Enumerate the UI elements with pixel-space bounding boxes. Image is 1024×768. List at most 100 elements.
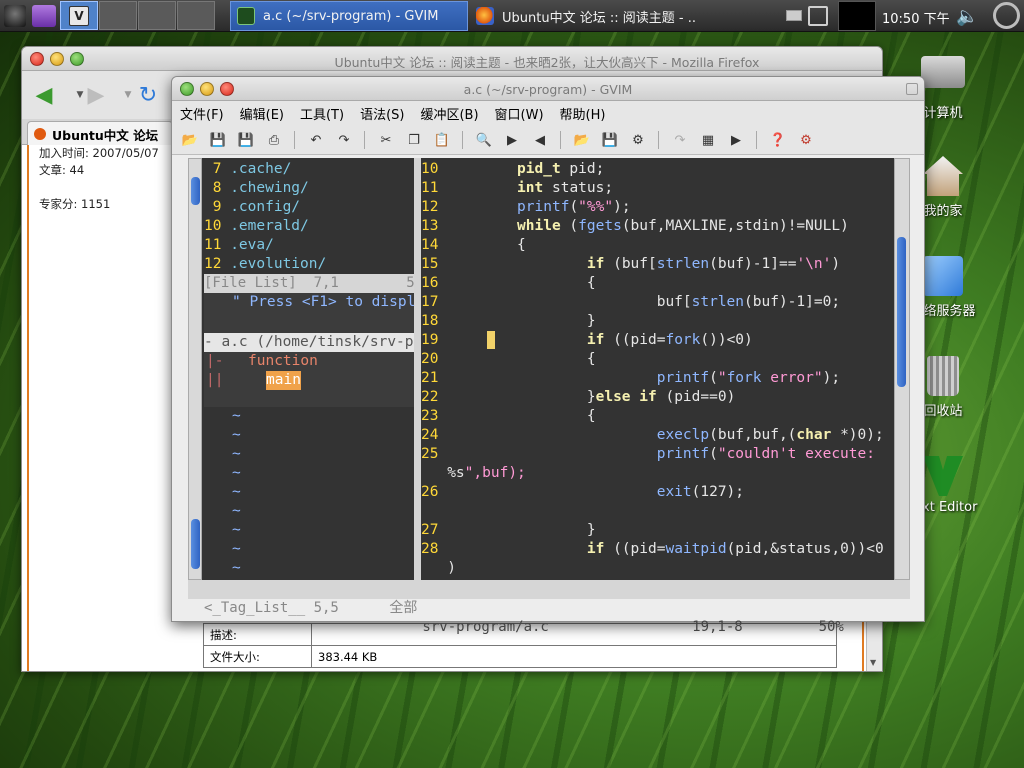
workspace-4[interactable]	[177, 1, 215, 30]
help-icon[interactable]: ❓	[768, 130, 788, 150]
file-list-row[interactable]: 10 .emerald/	[204, 217, 309, 236]
find-next-icon[interactable]: ▶	[502, 130, 522, 150]
menu-syntax[interactable]: 语法(S)	[360, 104, 404, 123]
line-number	[421, 503, 447, 519]
code-line[interactable]: 14 {	[421, 236, 526, 255]
back-button[interactable]: ◀	[30, 83, 58, 108]
file-list-row[interactable]: 8 .chewing/	[204, 179, 309, 198]
menu-help[interactable]: 帮助(H)	[560, 104, 606, 123]
code-line[interactable]: 26 exit(127);	[421, 483, 744, 502]
network-icon[interactable]	[808, 6, 828, 26]
code-line[interactable]: 19 if ((pid=fork())<0)	[421, 331, 753, 350]
code-line[interactable]: 12 printf("%%");	[421, 198, 631, 217]
redo-icon[interactable]: ↷	[334, 130, 354, 150]
cut-icon[interactable]: ✂	[376, 130, 396, 150]
reload-button[interactable]: ↻	[134, 83, 162, 108]
system-monitor-applet[interactable]	[838, 1, 876, 31]
menu-tools[interactable]: 工具(T)	[300, 104, 344, 123]
code-line[interactable]: 17 buf[strlen(buf)-1]=0;	[421, 293, 840, 312]
code-line[interactable]: 28 if ((pid=waitpid(pid,&status,0))<0	[421, 540, 884, 559]
tab-ubuntu-forum[interactable]: Ubuntu中文 论坛	[27, 121, 173, 146]
taskbar-item-firefox[interactable]: Ubuntu中文 论坛 :: 阅读主题 - ...	[470, 1, 696, 31]
paste-icon[interactable]: 📋	[432, 130, 452, 150]
print-icon[interactable]: ⎙	[264, 130, 284, 150]
tag-jump-icon[interactable]: ▶	[726, 130, 746, 150]
copy-icon[interactable]: ❐	[404, 130, 424, 150]
gvim-titlebar[interactable]: a.c (~/srv-program) - GVIM	[172, 77, 924, 101]
workspace-3[interactable]	[138, 1, 176, 30]
code-text: printf("fork error");	[656, 370, 841, 386]
code-line[interactable]: 20 {	[421, 350, 596, 369]
scrollbar-thumb[interactable]	[191, 177, 200, 205]
code-line[interactable]: 11 int status;	[421, 179, 613, 198]
vim-editor-area[interactable]: 7 .cache/ 8 .chewing/ 9 .config/ 10 .eme…	[188, 158, 910, 635]
code-line[interactable]: 23 {	[421, 407, 596, 426]
forward-button[interactable]: ▶	[82, 83, 110, 108]
keyboard-icon[interactable]	[786, 10, 802, 21]
file-list-row[interactable]: 9 .config/	[204, 198, 300, 217]
workspace-1[interactable]: V	[60, 1, 98, 30]
code-line[interactable]	[421, 502, 447, 521]
file-list-row[interactable]: 12 .evolution/	[204, 255, 326, 274]
firefox-titlebar[interactable]: Ubuntu中文 论坛 :: 阅读主题 - 也来晒2张，让大伙高兴下 - Moz…	[22, 47, 882, 71]
workspace-2[interactable]	[99, 1, 137, 30]
taglist-tag-main[interactable]: main	[266, 371, 301, 390]
code-text: pid_t pid;	[517, 161, 605, 177]
code-line[interactable]: 18 }	[421, 312, 596, 331]
firefox-icon	[476, 7, 494, 25]
menu-window[interactable]: 窗口(W)	[495, 104, 544, 123]
code-text: int status;	[517, 180, 614, 196]
menu-buffers[interactable]: 缓冲区(B)	[420, 104, 478, 123]
taglist-pane[interactable]: " Press <F1> to displa - a.c (/home/tins…	[204, 293, 414, 407]
code-line[interactable]: 16 {	[421, 274, 596, 293]
right-scrollbar[interactable]	[894, 158, 910, 580]
code-line[interactable]: %s",buf);	[421, 464, 526, 483]
code-line[interactable]: 10 pid_t pid;	[421, 160, 604, 179]
find-help-icon[interactable]: ⚙	[796, 130, 816, 150]
apple-menu-icon[interactable]	[4, 5, 26, 27]
find-icon[interactable]: 🔍	[474, 130, 494, 150]
scroll-down-icon[interactable]: ▼	[870, 658, 876, 667]
network-servers-icon	[923, 256, 963, 296]
window-separator[interactable]	[414, 158, 421, 580]
code-pane[interactable]: 10 pid_t pid; 11 int status; 12 printf("%%…	[421, 158, 909, 580]
load-session-icon[interactable]: 📂	[572, 130, 592, 150]
save-session-icon[interactable]: 💾	[600, 130, 620, 150]
taglist-file-entry[interactable]: - a.c (/home/tinsk/srv-p	[204, 333, 414, 352]
run-script-icon[interactable]: ⚙	[628, 130, 648, 150]
code-line[interactable]: 15 if (buf[strlen(buf)-1]=='\n')	[421, 255, 840, 274]
toolbar-separator	[756, 131, 757, 149]
taglist-function-label[interactable]: function	[248, 352, 318, 371]
file-list-row[interactable]: 11 .eva/	[204, 236, 274, 255]
save-icon[interactable]: 💾	[208, 130, 228, 150]
window-menu-icon[interactable]	[906, 83, 918, 95]
code-line[interactable]: 25 printf("couldn't execute:	[421, 445, 875, 464]
ubuntu-icon	[34, 128, 46, 140]
shell-icon[interactable]: ▦	[698, 130, 718, 150]
code-line[interactable]: 21 printf("fork error");	[421, 369, 840, 388]
left-scrollbar[interactable]	[188, 158, 202, 580]
code-line[interactable]: 13 while (fgets(buf,MAXLINE,stdin)!=NULL…	[421, 217, 849, 236]
open-icon[interactable]: 📂	[180, 130, 200, 150]
menu-file[interactable]: 文件(F)	[180, 104, 224, 123]
sidebar-pane[interactable]: 7 .cache/ 8 .chewing/ 9 .config/ 10 .eme…	[204, 158, 414, 599]
make-icon[interactable]: ↷	[670, 130, 690, 150]
scrollbar-thumb[interactable]	[897, 237, 906, 387]
undo-icon[interactable]: ↶	[306, 130, 326, 150]
code-text: %s",buf);	[447, 465, 526, 481]
code-line[interactable]: 27 }	[421, 521, 596, 540]
code-line[interactable]: )	[421, 559, 456, 578]
clock[interactable]: 10:50 下午	[882, 8, 950, 27]
scrollbar-thumb[interactable]	[191, 519, 200, 569]
save-all-icon[interactable]: 💾	[236, 130, 256, 150]
menu-edit[interactable]: 编辑(E)	[240, 104, 284, 123]
power-icon[interactable]	[993, 2, 1020, 29]
application-launcher-icon[interactable]	[32, 5, 56, 27]
taskbar-item-gvim[interactable]: a.c (~/srv-program) - GVIM	[230, 1, 468, 31]
file-list-row[interactable]: 7 .cache/	[204, 160, 292, 179]
code-line[interactable]: 22 }else if (pid==0)	[421, 388, 735, 407]
code-text: exit(127);	[656, 484, 745, 500]
code-line[interactable]: 24 execlp(buf,buf,(char *)0);	[421, 426, 884, 445]
volume-icon[interactable]: 🔈	[956, 6, 978, 27]
find-prev-icon[interactable]: ◀	[530, 130, 550, 150]
